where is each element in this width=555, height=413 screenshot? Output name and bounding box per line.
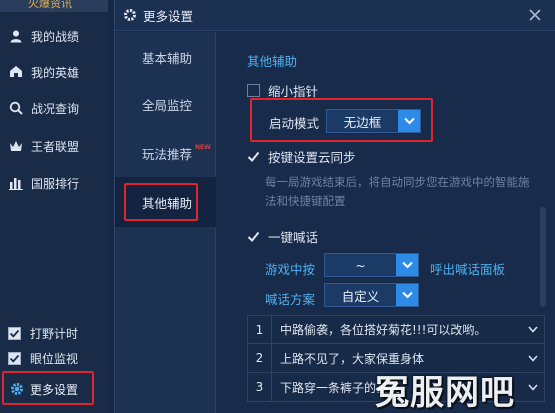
checkbox-label: 眼位监视 — [30, 352, 79, 366]
sidebar-item-label: 我的战绩 — [31, 29, 80, 44]
chevron-down-icon[interactable] — [522, 326, 544, 333]
sidebar-item-my-heroes[interactable]: 我的英雄 — [0, 57, 108, 87]
option-label: 缩小指针 — [268, 84, 319, 99]
close-icon[interactable] — [528, 8, 542, 22]
sidebar-item-battle-query[interactable]: 战况查询 — [0, 93, 108, 123]
select-value: 无边框 — [343, 114, 382, 130]
shrink-pointer-option[interactable]: 缩小指针 — [247, 81, 318, 100]
dialog-title-bar: 更多设置 — [115, 0, 555, 31]
chevron-down-icon[interactable] — [396, 284, 418, 306]
shout-scheme-label: 喊话方案 — [265, 292, 316, 307]
helmet-icon — [8, 64, 24, 80]
chevron-down-icon[interactable] — [522, 355, 544, 362]
sidebar-item-alliance[interactable]: 王者联盟 — [0, 131, 108, 161]
person-icon — [8, 28, 24, 44]
tab-label: 全局监控 — [142, 97, 193, 113]
checkbox[interactable] — [247, 230, 260, 243]
sidebar-item-label: 我的英雄 — [31, 65, 80, 80]
tab-play-recommend[interactable]: 玩法推荐 NEW — [115, 128, 216, 178]
sidebar-item-ranking[interactable]: 国服排行 — [0, 168, 108, 198]
app-top-label: 火爆资讯 — [28, 0, 72, 10]
crown-icon — [8, 138, 24, 154]
list-item-text: 中路偷袭，各位搭好菊花!!!可以改哟。 — [280, 323, 487, 337]
app-top-item[interactable]: 火爆资讯 — [0, 0, 108, 12]
dialog-nav: 基本辅助 全局监控 玩法推荐 NEW 其他辅助 — [115, 32, 216, 413]
launch-mode-select[interactable]: 无边框 — [326, 109, 421, 133]
cloud-sync-option[interactable]: 按键设置云同步 — [247, 147, 356, 166]
one-key-shout-option[interactable]: 一键喊话 — [247, 227, 318, 246]
more-settings-dialog: 更多设置 基本辅助 全局监控 玩法推荐 NEW 其他辅助 其他辅助 缩小指针 启… — [114, 0, 555, 413]
chevron-down-icon[interactable] — [398, 110, 420, 132]
list-item[interactable]: 1 中路偷袭，各位搭好菊花!!!可以改哟。 — [247, 315, 545, 344]
option-label: 按键设置云同步 — [268, 150, 356, 165]
list-item-number: 2 — [248, 344, 272, 372]
shout-panel-hint: 呼出喊话面板 — [430, 262, 506, 277]
select-value: 自定义 — [341, 288, 380, 304]
tab-label: 其他辅助 — [142, 195, 193, 211]
search-icon — [8, 100, 24, 116]
tab-global-monitor[interactable]: 全局监控 — [115, 79, 216, 129]
option-label: 一键喊话 — [268, 230, 319, 245]
list-item-number: 1 — [248, 316, 272, 343]
checkbox[interactable] — [8, 352, 21, 365]
ward-monitor-checkbox[interactable]: 眼位监视 — [8, 350, 78, 367]
jungle-timer-checkbox[interactable]: 打野计时 — [8, 325, 78, 342]
sidebar-item-my-record[interactable]: 我的战绩 — [0, 21, 108, 51]
section-title: 其他辅助 — [247, 54, 298, 69]
gear-icon — [10, 382, 24, 396]
tab-label: 基本辅助 — [142, 50, 193, 66]
launch-mode-label: 启动模式 — [269, 116, 320, 131]
list-item-number: 3 — [248, 373, 272, 401]
chevron-down-icon[interactable] — [396, 254, 418, 276]
in-game-press-label: 游戏中按 — [265, 262, 316, 277]
app-sidebar: 火爆资讯 我的战绩 我的英雄 战况查询 王者联盟 国服排行 打野计时 眼位监视 … — [0, 0, 108, 413]
dialog-content: 其他辅助 缩小指针 启动模式 无边框 按键设置云同步 每一局游戏结束后，将自动同… — [217, 32, 555, 413]
more-settings-label: 更多设置 — [30, 382, 79, 397]
tab-basic-assist[interactable]: 基本辅助 — [115, 32, 216, 82]
cloud-sync-description: 每一局游戏结束后，将自动同步您在游戏中的智能施法和快捷键配置 — [265, 175, 530, 208]
dialog-title: 更多设置 — [143, 8, 194, 24]
checkbox-label: 打野计时 — [30, 327, 79, 341]
checkbox[interactable] — [8, 327, 21, 340]
tab-other-assist[interactable]: 其他辅助 — [115, 177, 216, 227]
tab-label: 玩法推荐 — [142, 146, 193, 162]
watermark: 冤服网吧 — [375, 373, 515, 413]
sidebar-item-label: 战况查询 — [31, 101, 80, 116]
more-settings-button[interactable]: 更多设置 — [4, 372, 94, 406]
checkbox[interactable] — [247, 84, 260, 97]
gear-icon — [123, 8, 137, 22]
list-item-text: 上路不见了，大家保重身体 — [280, 351, 425, 366]
shout-scheme-select[interactable]: 自定义 — [324, 283, 419, 307]
shout-hotkey-select[interactable]: ~ — [324, 253, 419, 277]
sidebar-item-label: 王者联盟 — [31, 139, 80, 154]
sidebar-item-label: 国服排行 — [31, 176, 80, 191]
checkbox[interactable] — [247, 150, 260, 163]
new-badge: NEW — [195, 143, 211, 151]
scrollbar[interactable] — [540, 207, 546, 307]
select-value: ~ — [355, 257, 366, 273]
bar-chart-icon — [8, 175, 24, 191]
